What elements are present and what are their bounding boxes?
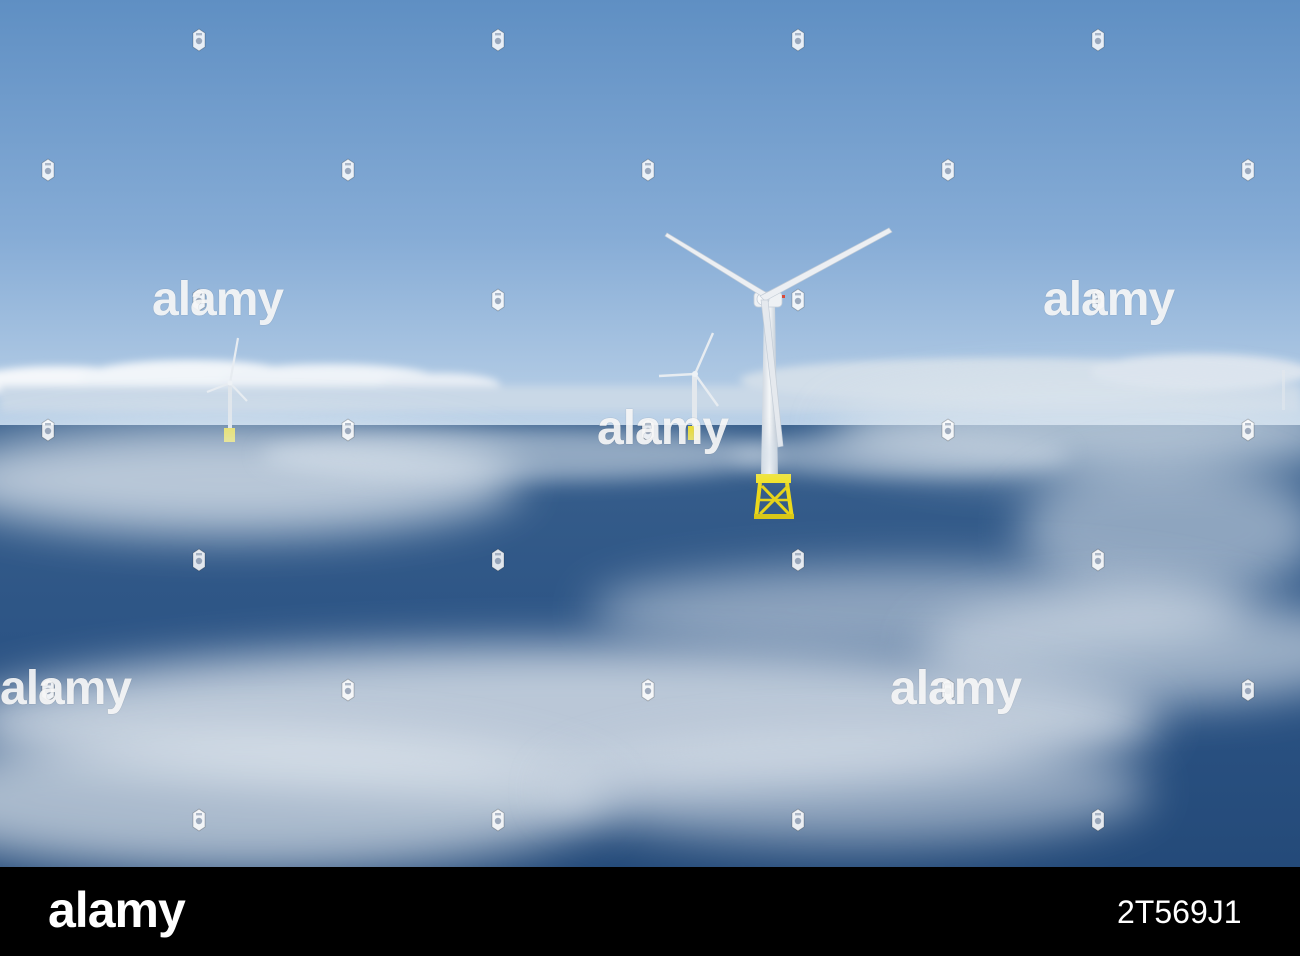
camera-watermark-icon — [791, 548, 805, 572]
camera-watermark-icon — [791, 28, 805, 52]
offshore-wind-farm-photo: alamy alamy alamy alamy alamy — [0, 0, 1300, 867]
watermark-text: alamy — [0, 662, 132, 715]
camera-watermark-icon — [791, 808, 805, 832]
watermark-text: alamy — [1043, 273, 1175, 326]
camera-watermark-icon — [1241, 158, 1255, 182]
camera-watermark-icon — [1241, 678, 1255, 702]
watermark-text: alamy — [890, 662, 1022, 715]
camera-watermark-icon — [41, 418, 55, 442]
camera-watermark-icon — [192, 28, 206, 52]
camera-watermark-icon — [791, 288, 805, 312]
camera-watermark-icon — [1091, 548, 1105, 572]
stock-photo-page: alamy alamy alamy alamy alamy alamy 2T56… — [0, 0, 1300, 956]
camera-watermark-icon — [641, 158, 655, 182]
image-id: 2T569J1 — [1117, 894, 1242, 930]
camera-watermark-icon — [1241, 418, 1255, 442]
camera-watermark-icon — [41, 158, 55, 182]
camera-watermark-icon — [341, 678, 355, 702]
camera-watermark-icon — [341, 158, 355, 182]
camera-watermark-icon — [491, 808, 505, 832]
camera-watermark-icon — [941, 158, 955, 182]
camera-watermark-icon — [192, 808, 206, 832]
camera-watermark-icon — [941, 418, 955, 442]
camera-watermark-icon — [192, 548, 206, 572]
camera-watermark-icon — [491, 548, 505, 572]
camera-watermark-icon — [341, 418, 355, 442]
watermark-text: alamy — [152, 273, 284, 326]
camera-watermark-icon — [491, 288, 505, 312]
camera-watermark-icon — [1091, 28, 1105, 52]
watermark-text: alamy — [597, 402, 729, 455]
camera-watermark-icon — [1091, 808, 1105, 832]
footer-logo[interactable]: alamy — [48, 885, 186, 935]
camera-watermark-icon — [491, 28, 505, 52]
camera-watermark-icon — [641, 678, 655, 702]
footer-bar: alamy 2T569J1 — [0, 867, 1300, 956]
